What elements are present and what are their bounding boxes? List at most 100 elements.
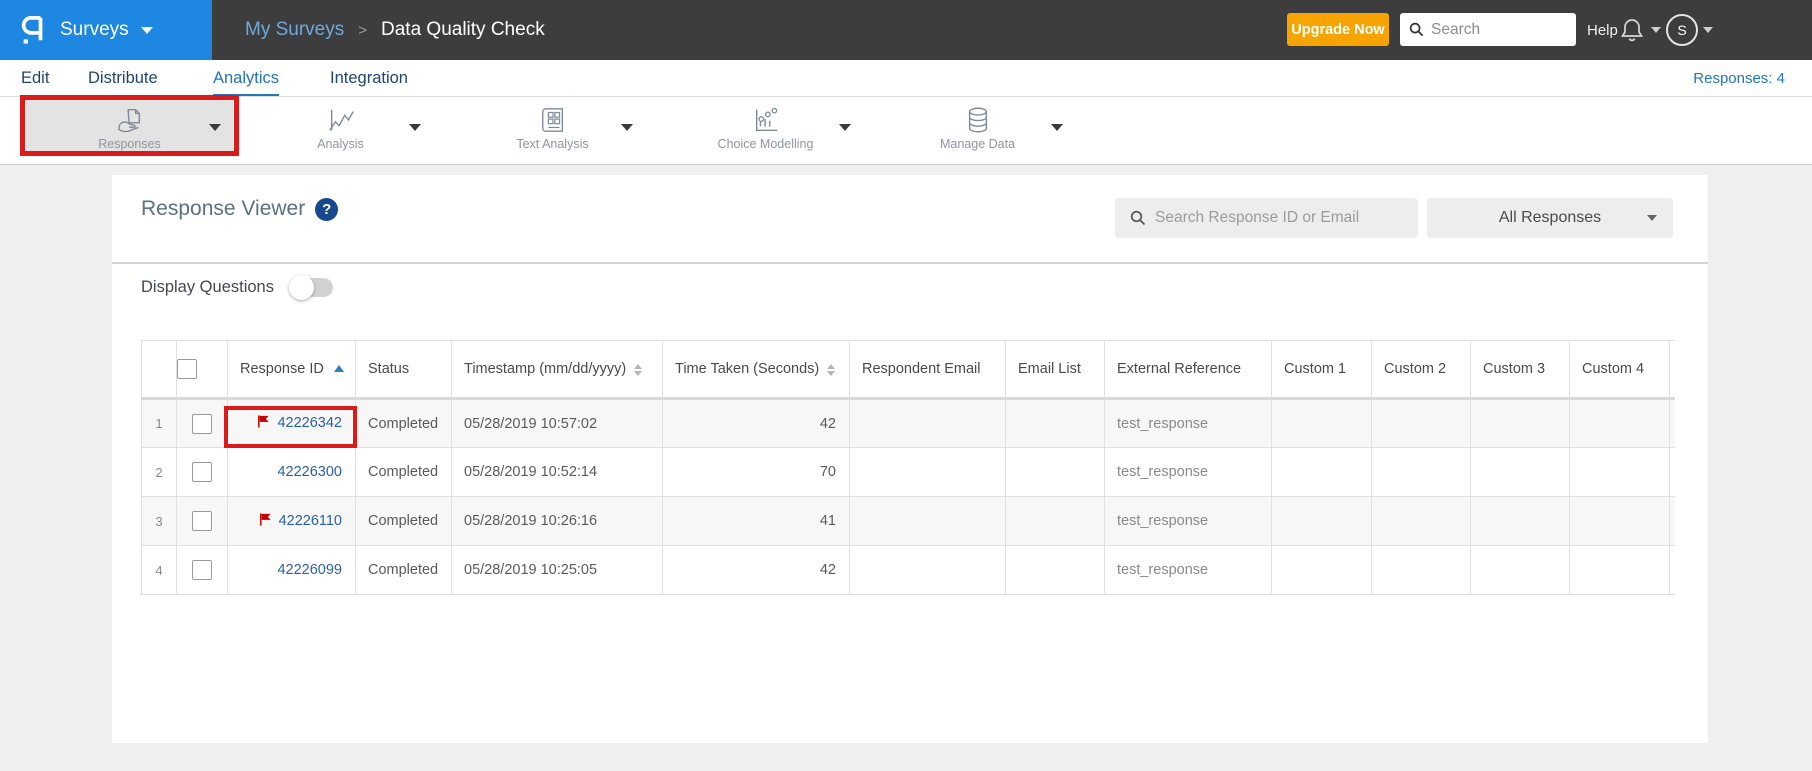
response-filter-dropdown[interactable]: All Responses — [1427, 198, 1673, 238]
tab-analytics[interactable]: Analytics — [213, 62, 280, 96]
response-id-link[interactable]: 42226099 — [277, 562, 342, 578]
toolbar-label: Text Analysis — [516, 136, 589, 151]
breadcrumb-my-surveys[interactable]: My Surveys — [245, 19, 344, 41]
header-timestamp[interactable]: Timestamp (mm/dd/yyyy) — [451, 340, 663, 400]
chevron-down-icon — [140, 26, 153, 34]
choice-modelling-icon — [751, 106, 781, 134]
breadcrumb-current: Data Quality Check — [381, 19, 545, 40]
manage-data-icon — [964, 106, 992, 134]
responses-table-wrap: Response ID Status Timestamp (mm/dd/yyyy… — [141, 340, 1675, 596]
header-external-reference: External Reference — [1104, 340, 1272, 400]
header-custom-2: Custom 2 — [1371, 340, 1471, 400]
header-custom-4: Custom 4 — [1569, 340, 1670, 400]
tab-distribute[interactable]: Distribute — [88, 60, 158, 96]
divider — [112, 262, 1708, 264]
toolbar-item-responses[interactable]: Responses — [26, 100, 233, 156]
row-number: 1 — [141, 398, 177, 448]
status-cell: Completed — [355, 545, 452, 595]
row-checkbox[interactable] — [192, 462, 212, 482]
response-id-cell: 42226099 — [227, 545, 356, 595]
overflow-cell — [1669, 398, 1675, 448]
toolbar-item-text-analysis[interactable]: Text Analysis — [460, 100, 645, 156]
chevron-down-icon[interactable] — [839, 124, 851, 131]
product-switcher[interactable]: Surveys — [0, 0, 212, 60]
header-overflow — [1669, 340, 1675, 400]
response-id-link[interactable]: 42226110 — [279, 513, 342, 529]
tab-edit[interactable]: Edit — [21, 60, 49, 96]
header-respondent-email: Respondent Email — [849, 340, 1006, 400]
chevron-down-icon[interactable] — [1051, 124, 1063, 131]
analytics-toolbar: Responses Analysis Text Analysis Choice … — [0, 96, 1812, 165]
email-list-cell — [1005, 447, 1105, 497]
response-search-input[interactable] — [1155, 209, 1405, 227]
breadcrumb-separator: > — [358, 21, 368, 39]
upgrade-now-button[interactable]: Upgrade Now — [1287, 13, 1389, 46]
table-header-row: Response ID Status Timestamp (mm/dd/yyyy… — [141, 340, 1675, 400]
responses-count: Responses: 4 — [1693, 69, 1785, 87]
custom-3-cell — [1470, 545, 1570, 595]
header-email-list: Email List — [1005, 340, 1105, 400]
respondent-email-cell — [849, 447, 1006, 497]
analysis-icon — [326, 106, 356, 134]
header-custom-1: Custom 1 — [1271, 340, 1372, 400]
top-bar: Surveys My Surveys > Data Quality Check … — [0, 0, 1812, 60]
global-search-input[interactable] — [1431, 20, 1571, 39]
custom-2-cell — [1371, 447, 1471, 497]
custom-2-cell — [1371, 496, 1471, 546]
custom-3-cell — [1470, 496, 1570, 546]
flag-icon — [256, 414, 271, 433]
row-select-cell — [176, 545, 228, 595]
sort-asc-icon — [333, 365, 344, 372]
chevron-down-icon[interactable] — [409, 124, 421, 131]
timestamp-cell: 05/28/2019 10:57:02 — [451, 398, 663, 448]
header-response-id[interactable]: Response ID — [227, 340, 356, 400]
response-id-link[interactable]: 42226300 — [277, 464, 342, 480]
custom-4-cell — [1569, 447, 1670, 497]
display-questions-toggle[interactable] — [288, 275, 333, 300]
response-id-cell: 42226342 — [227, 398, 356, 448]
response-filter-value: All Responses — [1498, 209, 1602, 226]
global-search — [1400, 13, 1576, 46]
header-index — [141, 340, 177, 400]
toolbar-item-manage-data[interactable]: Manage Data — [880, 100, 1075, 156]
tab-integration[interactable]: Integration — [330, 60, 408, 96]
response-id-link[interactable]: 42226342 — [277, 415, 342, 431]
row-checkbox[interactable] — [192, 560, 212, 580]
help-link[interactable]: Help — [1587, 0, 1618, 60]
toolbar-label: Analysis — [317, 136, 364, 151]
notifications-menu[interactable] — [1620, 0, 1661, 60]
custom-1-cell — [1271, 398, 1372, 448]
row-checkbox[interactable] — [192, 413, 212, 434]
header-status: Status — [355, 340, 452, 400]
avatar: S — [1666, 14, 1698, 46]
display-questions-label: Display Questions — [141, 278, 274, 296]
chevron-down-icon[interactable] — [621, 124, 633, 131]
custom-3-cell — [1470, 447, 1570, 497]
account-menu[interactable]: S — [1666, 0, 1713, 60]
custom-2-cell — [1371, 545, 1471, 595]
response-search — [1115, 198, 1418, 238]
timestamp-cell: 05/28/2019 10:26:16 — [451, 496, 663, 546]
select-all-checkbox[interactable] — [177, 359, 197, 379]
respondent-email-cell — [849, 545, 1006, 595]
response-id-cell: 42226110 — [227, 496, 356, 546]
timestamp-cell: 05/28/2019 10:25:05 — [451, 545, 663, 595]
custom-1-cell — [1271, 545, 1372, 595]
help-icon[interactable]: ? — [315, 197, 339, 221]
flag-icon — [258, 512, 273, 531]
toolbar-item-choice-modelling[interactable]: Choice Modelling — [668, 100, 863, 156]
search-icon — [1409, 22, 1424, 37]
breadcrumb: My Surveys > Data Quality Check — [245, 0, 545, 60]
chevron-down-icon[interactable] — [209, 124, 221, 131]
email-list-cell — [1005, 496, 1105, 546]
product-name: Surveys — [60, 19, 129, 40]
timestamp-cell: 05/28/2019 10:52:14 — [451, 447, 663, 497]
toolbar-item-analysis[interactable]: Analysis — [248, 100, 433, 156]
row-checkbox[interactable] — [192, 511, 212, 531]
bell-icon — [1620, 19, 1644, 42]
toolbar-label: Manage Data — [939, 136, 1016, 151]
custom-3-cell — [1470, 398, 1570, 448]
page-body: Response Viewer ? All Responses Display … — [0, 166, 1812, 771]
row-select-cell — [176, 496, 228, 546]
header-time-taken[interactable]: Time Taken (Seconds) — [662, 340, 850, 400]
